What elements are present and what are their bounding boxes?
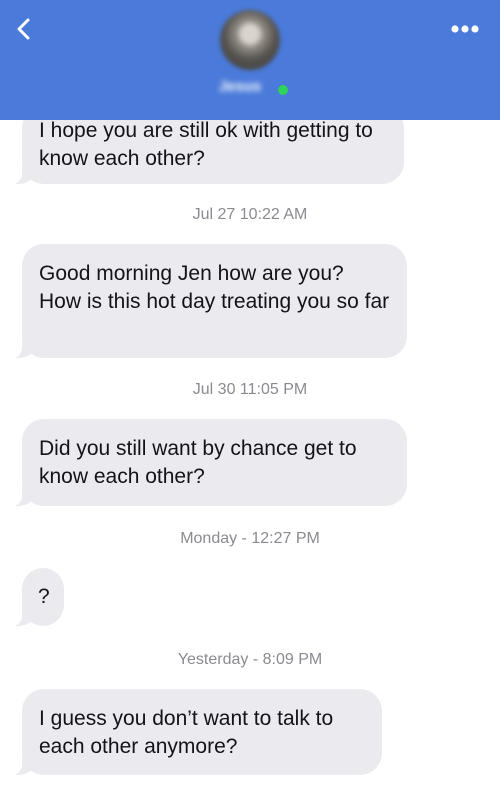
- message-text: Did you still want by chance get to know…: [39, 437, 357, 488]
- message-timestamp: Yesterday - 8:09 PM: [177, 651, 323, 668]
- online-status-dot: [278, 85, 288, 95]
- message-text: ?: [38, 585, 50, 608]
- message-bubble[interactable]: Did you still want by chance get to know…: [8, 419, 407, 506]
- message-bubble[interactable]: Good morning Jen how are you? How is thi…: [8, 244, 407, 358]
- avatar[interactable]: [220, 10, 280, 70]
- chevron-left-icon[interactable]: [12, 14, 36, 44]
- message-text: Good morning Jen how are you? How is thi…: [39, 262, 390, 313]
- message-timestamp: Jul 27 10:22 AM: [192, 206, 308, 223]
- more-horizontal-icon[interactable]: [450, 24, 480, 34]
- message-timestamp: Jul 30 11:05 PM: [192, 381, 308, 398]
- message-timestamp: Monday - 12:27 PM: [180, 530, 320, 547]
- message-bubble[interactable]: ?: [8, 568, 64, 626]
- contact-name[interactable]: Jesus: [200, 78, 280, 95]
- message-text: I guess you don’t want to talk to each o…: [39, 707, 334, 758]
- chat-header: Jesus: [0, 0, 500, 120]
- message-text: I hope you are still ok with getting to …: [39, 119, 373, 170]
- message-bubble[interactable]: I guess you don’t want to talk to each o…: [8, 689, 382, 775]
